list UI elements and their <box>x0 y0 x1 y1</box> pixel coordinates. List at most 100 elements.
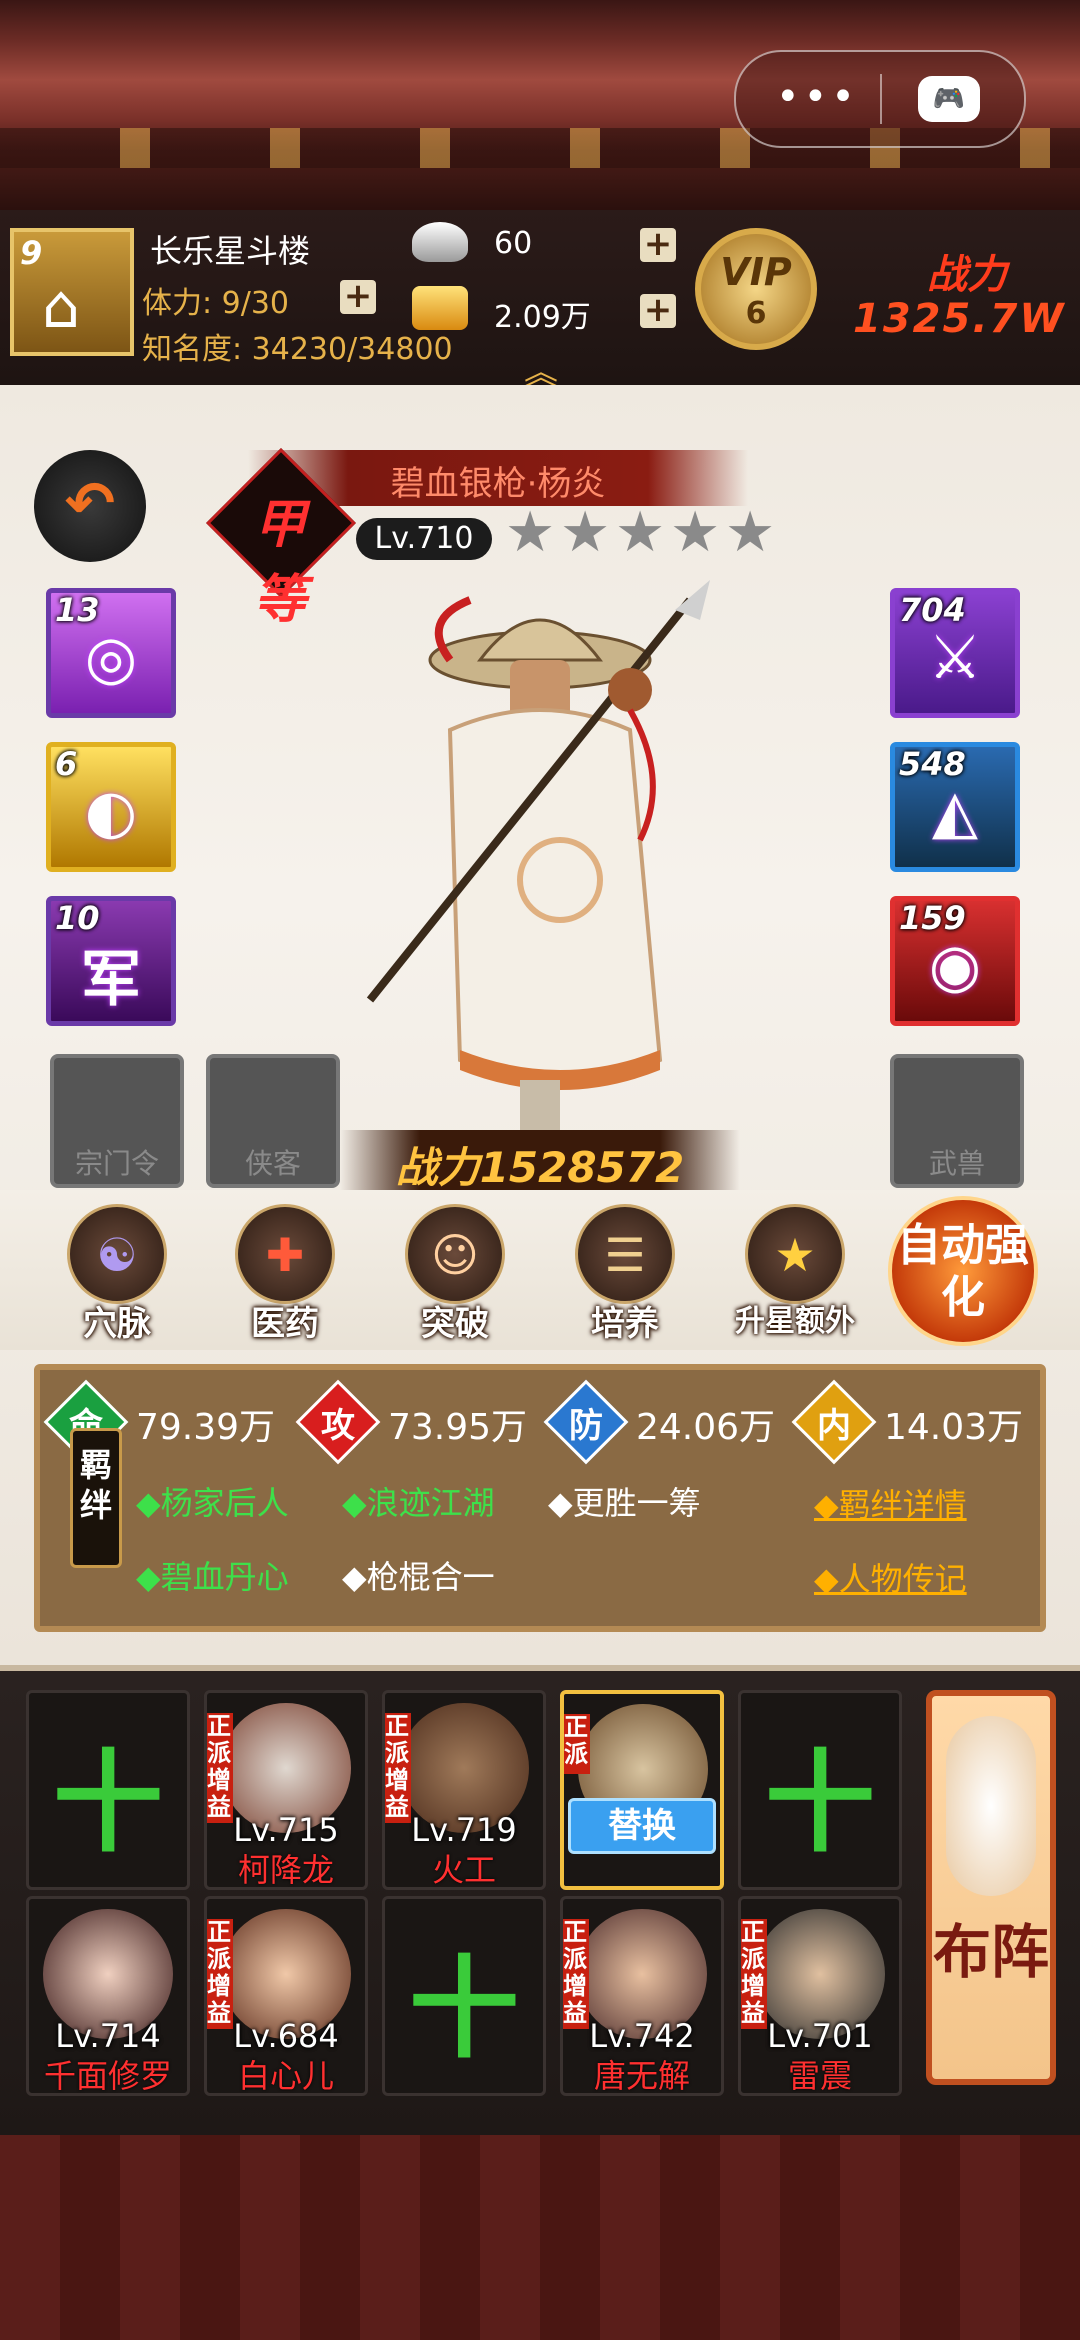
spear-icon: ⚔ <box>928 623 982 693</box>
total-power-value: 1325.7W <box>853 296 1066 342</box>
skill-slot-3[interactable]: 10 军 <box>46 896 176 1026</box>
hero-level: Lv.742 <box>589 2017 695 2055</box>
guest-slot[interactable]: 侠客 <box>206 1054 340 1188</box>
lineup-slot-empty[interactable]: 十 <box>26 1690 190 1890</box>
add-hero-icon: 十 <box>409 1945 519 2073</box>
righteous-buff-tag: 正派增益 <box>207 1918 233 2029</box>
lineup-slot[interactable]: Lv.714 千面修罗 <box>26 1896 190 2096</box>
add-silver-button[interactable]: + <box>640 227 676 262</box>
lineup-slot[interactable]: 正派增益 Lv.742 唐无解 <box>560 1896 724 2096</box>
star-upgrade-extra-button[interactable]: ★ 升星额外 <box>730 1200 860 1350</box>
breakthrough-label: 突破 <box>421 1304 489 1344</box>
inner-power-icon-text: 内 <box>817 1406 851 1446</box>
army-skill-icon: 军 <box>81 945 141 1015</box>
avatar-level: 9 <box>20 234 43 272</box>
star-icon: ★ <box>615 500 666 565</box>
add-gold-button[interactable]: + <box>640 293 676 328</box>
beast-slot[interactable]: 武兽 <box>890 1054 1024 1188</box>
back-button[interactable]: ↶ <box>34 450 146 562</box>
vip-level: 6 <box>745 296 767 331</box>
bond-details-link[interactable]: ◆羁绊详情 <box>814 1480 967 1526</box>
biography-link[interactable]: ◆人物传记 <box>814 1554 967 1600</box>
hero-name: 白心儿 <box>237 2057 334 2095</box>
sect-token-slot[interactable]: 宗门令 <box>50 1054 184 1188</box>
breakthrough-icon: ☺ <box>405 1204 505 1304</box>
formation-button[interactable]: 布阵 <box>926 1690 1056 2085</box>
scroll-icon: ☰ <box>575 1204 675 1304</box>
righteous-buff-tag: 正派增益 <box>385 1712 411 1823</box>
more-menu-button[interactable]: ••• <box>776 74 859 120</box>
replace-button[interactable]: 替换 <box>568 1798 716 1854</box>
lineup-slot-empty[interactable]: 十 <box>738 1690 902 1890</box>
bond-tag: ◆枪棍合一 <box>342 1558 495 1596</box>
gamepad-icon[interactable]: 🎮 <box>918 76 980 122</box>
fame-text: 知名度: 34230/34800 <box>142 332 453 367</box>
medicine-label: 医药 <box>251 1304 319 1344</box>
gold-ingot-icon <box>412 286 468 330</box>
hero-name: 雷震 <box>787 2057 852 2095</box>
lineup-slot[interactable]: 正派增益 Lv.701 雷震 <box>738 1896 902 2096</box>
equip-accessory-slot[interactable]: 159 ◉ <box>890 896 1020 1026</box>
golden-wave-skill-icon: ◐ <box>84 777 138 847</box>
formation-label: 布阵 <box>932 1918 1049 1986</box>
beast-label: 武兽 <box>928 1147 985 1180</box>
hero-level: Lv.710 <box>356 518 492 560</box>
guest-label: 侠客 <box>244 1147 301 1180</box>
stamina-text: 体力: 9/30 <box>142 286 290 321</box>
lineup-slot-selected[interactable]: 正派 替换 <box>560 1690 724 1890</box>
total-power-label: 战力 <box>927 252 1007 298</box>
hero-level: Lv.684 <box>233 2017 339 2055</box>
righteous-buff-tag: 正派增益 <box>563 1918 589 2029</box>
skill-slot-2[interactable]: 6 ◐ <box>46 742 176 872</box>
cultivate-button[interactable]: ☰ 培养 <box>560 1200 690 1350</box>
hero-level: Lv.701 <box>767 2017 873 2055</box>
stats-panel: 命 79.39万 攻 73.95万 防 24.06万 内 14.03万 羁绊 ◆… <box>34 1364 1046 1632</box>
player-name: 长乐星斗楼 <box>150 232 311 270</box>
lineup-slot[interactable]: 正派增益 Lv.684 白心儿 <box>204 1896 368 2096</box>
acupoint-icon: ☯ <box>67 1204 167 1304</box>
star-icon: ★ <box>560 500 611 565</box>
pavilion-icon: ⌂ <box>42 272 81 342</box>
righteous-buff-tag: 正派增益 <box>741 1918 767 2029</box>
skill-slot-1[interactable]: 13 ◎ <box>46 588 176 718</box>
breakthrough-button[interactable]: ☺ 突破 <box>390 1200 520 1350</box>
medicine-button[interactable]: ✚ 医药 <box>220 1200 350 1350</box>
silver-amount: 60 <box>494 226 533 261</box>
lineup-slot-empty[interactable]: 十 <box>382 1896 546 2096</box>
star-icon: ★ <box>505 500 556 565</box>
gold-amount: 2.09万 <box>494 300 591 335</box>
lineup-slot[interactable]: 正派增益 Lv.719 火工 <box>382 1690 546 1890</box>
battle-power-text: 战力1528572 <box>395 1143 685 1192</box>
bond-tag: ◆碧血丹心 <box>136 1558 289 1596</box>
bottom-decoration <box>0 2135 1080 2340</box>
attack-value: 73.95万 <box>388 1407 528 1448</box>
swirl-skill-icon: ◎ <box>84 623 138 693</box>
hero-name: 火工 <box>431 1851 496 1889</box>
lineup-slot[interactable]: 正派增益 Lv.715 柯降龙 <box>204 1690 368 1890</box>
add-stamina-button[interactable]: + <box>340 279 376 314</box>
ruby-amulet-icon: ◉ <box>928 931 982 1001</box>
medicine-icon: ✚ <box>235 1204 335 1304</box>
vip-text: VIP <box>720 250 792 294</box>
acupoint-label: 穴脉 <box>83 1304 151 1344</box>
bond-tag: ◆杨家后人 <box>136 1484 289 1522</box>
silver-ingot-icon <box>412 222 468 262</box>
star-upgrade-label: 升星额外 <box>735 1304 855 1339</box>
player-avatar[interactable]: 9 ⌂ <box>10 228 134 356</box>
attack-icon-text: 攻 <box>321 1406 355 1446</box>
defense-value: 24.06万 <box>636 1407 776 1448</box>
inner-power-value: 14.03万 <box>884 1407 1024 1448</box>
acupoint-button[interactable]: ☯ 穴脉 <box>52 1200 182 1350</box>
auto-enhance-button[interactable]: 自动强化 <box>888 1196 1038 1346</box>
equip-weapon-slot[interactable]: 704 ⚔ <box>890 588 1020 718</box>
hero-level: Lv.715 <box>233 1811 339 1849</box>
bamboo-hat-icon: ◭ <box>931 777 979 847</box>
star-icon: ★ <box>670 500 721 565</box>
hero-name: 千面修罗 <box>43 2057 172 2095</box>
hero-name: 唐无解 <box>593 2057 690 2095</box>
bond-tag: ◆更胜一筹 <box>548 1484 701 1522</box>
total-power: 战力 1325.7W <box>835 236 1075 356</box>
vip-badge[interactable]: VIP 6 <box>695 228 817 350</box>
equip-hat-slot[interactable]: 548 ◭ <box>890 742 1020 872</box>
capsule-divider <box>880 74 882 124</box>
